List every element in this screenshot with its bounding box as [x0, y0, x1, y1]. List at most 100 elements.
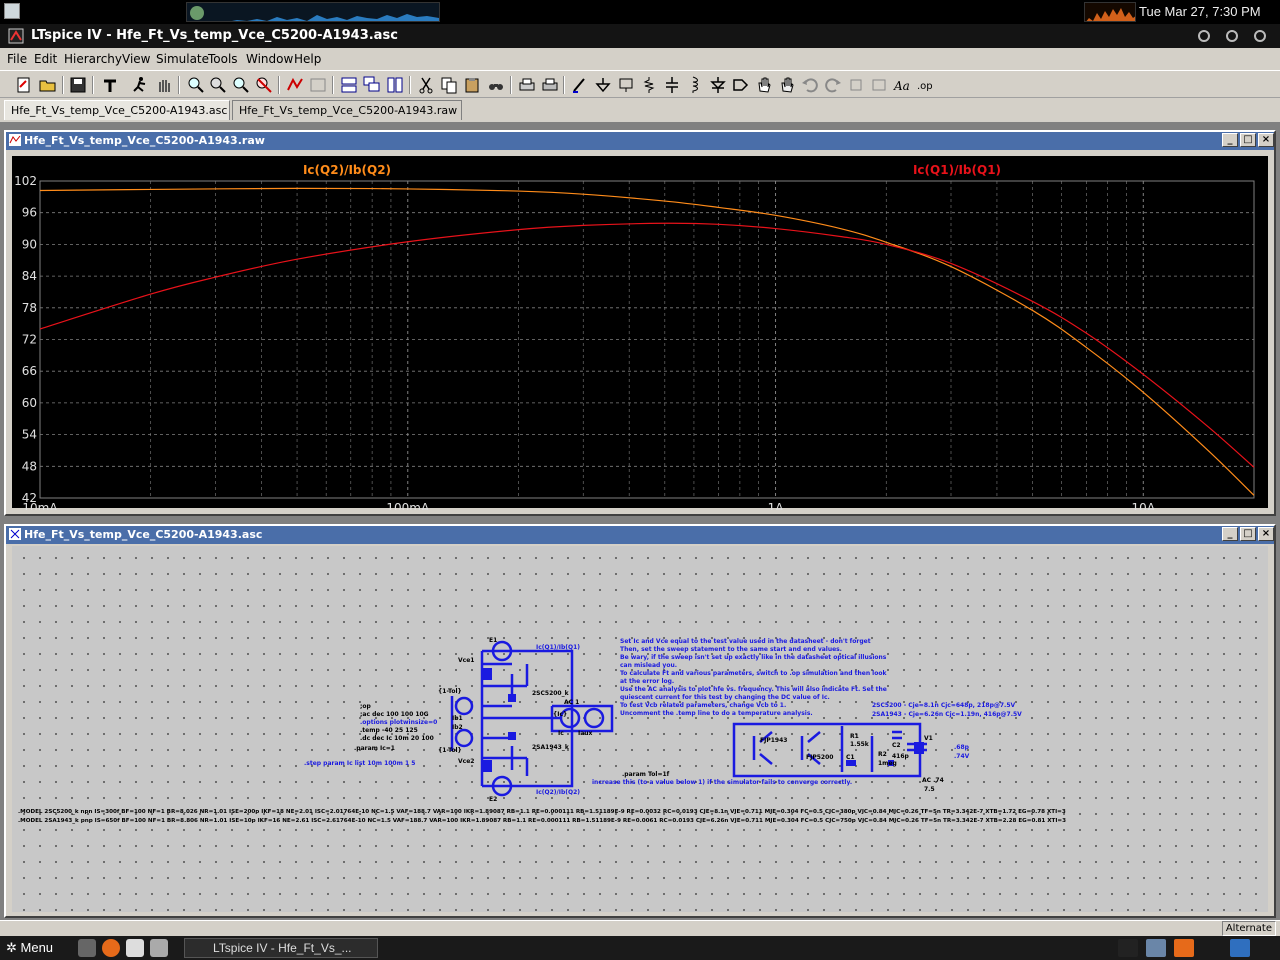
zoom-out-icon[interactable] [231, 75, 251, 95]
part-vce2[interactable]: Vce2 [458, 758, 474, 766]
part-q2[interactable]: 2SA1943_k [532, 744, 569, 752]
component-icon[interactable] [731, 75, 751, 95]
model-line-2sc5200[interactable]: .MODEL 2SC5200_k npn IS=300f BF=100 NF=1… [18, 808, 1066, 816]
part-ac1[interactable]: AC 1 [564, 699, 579, 707]
print-icon[interactable] [540, 75, 560, 95]
part-q4[interactable]: FJP1943 [760, 737, 787, 745]
spice-directive-icon[interactable]: .op [915, 75, 935, 95]
pan-icon[interactable] [208, 75, 228, 95]
tray-ltspice-window-icon[interactable] [1230, 939, 1250, 957]
tray-firefox-icon[interactable] [1174, 939, 1194, 957]
param-tol[interactable]: .param Tol=1f [622, 771, 669, 779]
new-schematic-icon[interactable] [14, 75, 34, 95]
autorange-icon[interactable] [285, 75, 305, 95]
undo-icon[interactable] [800, 75, 820, 95]
editor-launcher-icon[interactable] [126, 939, 144, 957]
print-preview-icon[interactable] [517, 75, 537, 95]
paste-icon[interactable] [462, 75, 482, 95]
part-ib2[interactable]: Ib2 [452, 724, 463, 732]
move-hand-icon[interactable] [754, 75, 774, 95]
menu-hierarchy[interactable]: Hierarchy [64, 52, 122, 66]
text-icon[interactable]: Aa [892, 75, 912, 95]
cpu-monitor-graph [1084, 2, 1136, 22]
find-icon[interactable] [486, 75, 506, 95]
save-icon[interactable] [68, 75, 88, 95]
label-c2[interactable]: C2 [892, 742, 901, 750]
drag-hand-icon[interactable] [777, 75, 797, 95]
menu-simulate[interactable]: Simulate [156, 52, 209, 66]
model-line-2sa1943[interactable]: .MODEL 2SA1943_k pnp IS=650f BF=100 NF=1… [18, 817, 1066, 825]
waveform-minimize-button[interactable]: _ [1222, 133, 1238, 147]
part-ib1[interactable]: Ib1 [452, 715, 463, 723]
spice-directives[interactable]: ;op ;ac dec 100 100 10G .options plotwin… [360, 703, 437, 743]
menu-window[interactable]: Window [246, 52, 293, 66]
cap-value-1: .68p [954, 744, 969, 751]
label-r2[interactable]: R2 [878, 751, 887, 759]
control-panel-icon[interactable] [100, 75, 120, 95]
menu-view[interactable]: View [122, 52, 150, 66]
schematic-drawing[interactable] [12, 546, 1268, 912]
panel-launcher-icon[interactable] [4, 3, 20, 19]
menu-tools[interactable]: Tools [208, 52, 238, 66]
cascade-icon[interactable] [362, 75, 382, 95]
part-q1[interactable]: 2SC5200_k [532, 690, 569, 698]
tile-vertical-icon[interactable] [385, 75, 405, 95]
clock[interactable]: Tue Mar 27, 7:30 PM [1139, 4, 1261, 19]
menu-edit[interactable]: Edit [34, 52, 57, 66]
rotate-icon[interactable] [846, 75, 866, 95]
redo-icon[interactable] [823, 75, 843, 95]
menu-file[interactable]: File [7, 52, 27, 66]
y-tick-label: 90 [22, 237, 37, 251]
part-vce1[interactable]: Vce1 [458, 657, 474, 665]
waveform-close-button[interactable]: × [1258, 133, 1274, 147]
label-net-icon[interactable] [616, 75, 636, 95]
network-monitor-graph [186, 2, 440, 22]
delete-trace-icon[interactable] [308, 75, 328, 95]
maximize-button[interactable] [1226, 30, 1238, 42]
tray-window-icon[interactable] [1146, 939, 1166, 957]
label-c1[interactable]: C1 [846, 754, 855, 762]
label-r1[interactable]: R1 [850, 733, 859, 741]
tab-waveform[interactable]: Hfe_Ft_Vs_temp_Vce_C5200-A1943.raw [232, 100, 462, 120]
settings-launcher-icon[interactable] [78, 939, 96, 957]
schematic-close-button[interactable]: × [1258, 527, 1274, 541]
waveform-maximize-button[interactable]: □ [1240, 133, 1256, 147]
calculator-launcher-icon[interactable] [150, 939, 168, 957]
draw-wire-icon[interactable] [570, 75, 590, 95]
tray-ltspice-icon[interactable] [1118, 939, 1138, 957]
status-mode: Alternate [1221, 921, 1276, 936]
mirror-icon[interactable] [869, 75, 889, 95]
capacitor-icon[interactable] [662, 75, 682, 95]
taskbar-ltspice-item[interactable]: LTspice IV - Hfe_Ft_Vs_... [184, 938, 378, 958]
run-icon[interactable] [130, 75, 150, 95]
resistor-icon[interactable] [639, 75, 659, 95]
copy-icon[interactable] [439, 75, 459, 95]
ground-icon[interactable] [593, 75, 613, 95]
step-param[interactable]: .step param Ic list 10m 100m 1 5 [304, 760, 415, 768]
taskbar-menu-button[interactable]: ✲ Menu [6, 940, 53, 956]
part-e1[interactable]: E1 [489, 637, 497, 645]
schematic-maximize-button[interactable]: □ [1240, 527, 1256, 541]
halt-icon[interactable] [154, 75, 174, 95]
plot-pane[interactable]: 102 96 90 84 78 72 66 60 54 48 42 10mA 100mA 1A 10A Ic(… [12, 156, 1268, 510]
schematic-canvas[interactable]: Set Ic and Vce equal to the test value u… [12, 546, 1268, 912]
close-button[interactable] [1254, 30, 1266, 42]
tab-schematic[interactable]: Hfe_Ft_Vs_temp_Vce_C5200-A1943.asc [4, 100, 230, 120]
param-ic[interactable]: .param Ic=1 [354, 745, 395, 753]
minimize-button[interactable] [1198, 30, 1210, 42]
part-e2[interactable]: E2 [489, 796, 497, 804]
open-folder-icon[interactable] [38, 75, 58, 95]
part-ac74[interactable]: AC .74 [922, 777, 944, 785]
menu-help[interactable]: Help [294, 52, 321, 66]
inductor-icon[interactable] [685, 75, 705, 95]
diode-icon[interactable] [708, 75, 728, 95]
hfe-plot[interactable]: 1029690847872666054484210mA 100mA 1A 10AIc(… [12, 156, 1268, 510]
part-v1[interactable]: V1 [924, 735, 933, 743]
tile-horizontal-icon[interactable] [339, 75, 359, 95]
part-q3[interactable]: FJP5200 [806, 754, 833, 762]
zoom-fit-icon[interactable] [254, 75, 274, 95]
firefox-launcher-icon[interactable] [102, 939, 120, 957]
schematic-minimize-button[interactable]: _ [1222, 527, 1238, 541]
zoom-in-icon[interactable] [186, 75, 206, 95]
cut-icon[interactable] [416, 75, 436, 95]
